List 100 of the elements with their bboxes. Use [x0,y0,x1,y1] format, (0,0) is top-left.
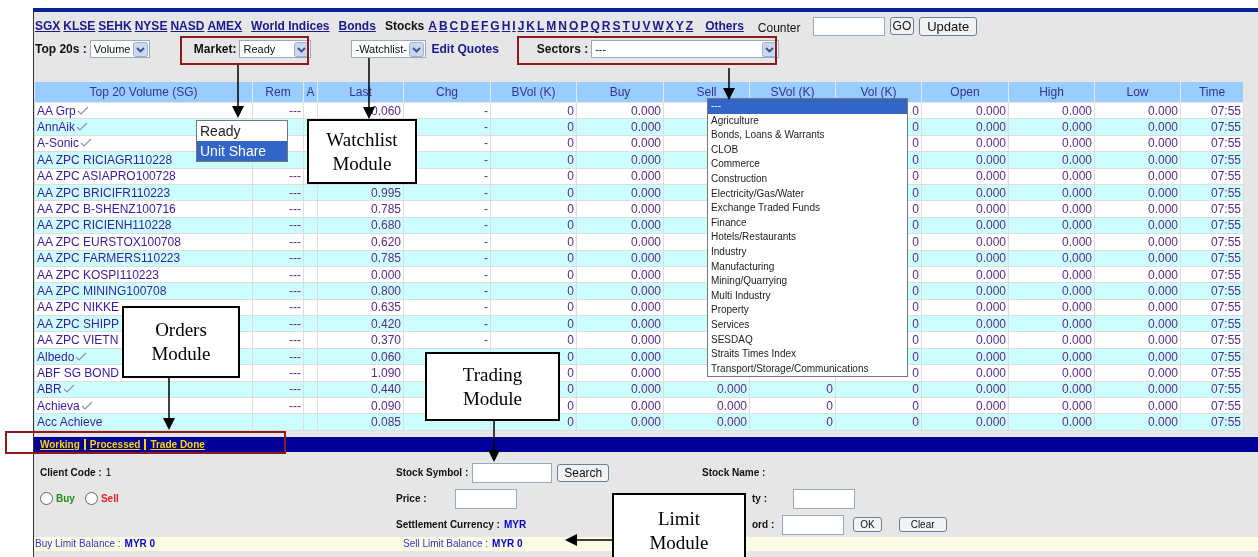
dropdown-option[interactable]: Manufacturing [708,259,907,275]
column-header[interactable]: BVol (K) [490,81,577,103]
letter-link[interactable]: Q [590,19,600,33]
dropdown-option[interactable]: Mining/Quarrying [708,274,907,289]
letter-link[interactable]: I [512,19,516,33]
table-cell: 0.000 [1061,152,1092,167]
letter-link[interactable]: Y [675,19,684,33]
letter-link[interactable]: K [526,19,535,33]
dropdown-option[interactable]: Hotels/Restaurants [708,230,907,245]
stock-name[interactable]: ABR [37,382,62,397]
exchange-link[interactable]: AMEX [207,19,243,33]
letter-link[interactable]: T [622,19,630,33]
letter-link[interactable]: O [569,19,579,33]
price-field[interactable] [454,488,517,509]
dropdown-option[interactable]: Electricity/Gas/Water [708,186,907,202]
column-header[interactable]: High [1008,81,1095,103]
column-header[interactable]: Buy [576,81,664,103]
letter-link[interactable]: P [580,19,589,33]
world-indices-link[interactable]: World Indices [251,19,330,33]
orders-tab[interactable]: Processed [83,438,145,450]
letter-link[interactable]: U [631,19,641,33]
dropdown-option[interactable]: Straits Times Index [708,347,907,362]
radio-button[interactable] [40,492,53,506]
table-cell: --- [289,398,301,413]
table-cell: 0 [912,284,919,298]
dropdown-option[interactable]: CLOB [708,142,907,158]
letter-link[interactable]: J [517,19,525,33]
letter-link[interactable]: C [449,19,459,33]
table-cell: 0.000 [1061,267,1092,282]
dropdown-option[interactable]: --- [708,99,907,114]
dropdown-option[interactable]: Agriculture [708,113,907,129]
update-button[interactable]: Update [919,16,978,36]
dropdown-option[interactable]: Construction [708,171,907,187]
exchange-link[interactable]: NYSE [134,19,168,33]
letter-link[interactable]: G [490,19,500,33]
edit-quotes-link[interactable]: Edit Quotes [431,42,499,56]
table-cell: 0.000 [1061,120,1092,135]
letter-link[interactable]: H [501,19,511,33]
letter-link[interactable]: B [438,19,448,33]
letter-link[interactable]: D [460,19,469,33]
others-link[interactable]: Others [705,19,744,33]
column-header[interactable]: Open [921,81,1009,103]
exchange-link[interactable]: SEHK [98,19,132,33]
stock-name[interactable]: Achieva [37,398,80,413]
search-button[interactable]: Search [557,463,610,482]
dropdown-option[interactable]: Commerce [708,157,907,172]
dropdown-option[interactable]: Finance [708,215,907,231]
letter-link[interactable]: X [665,19,674,33]
table-cell: 0.000 [975,218,1006,233]
dropdown-option[interactable]: Transport/Storage/Communications [708,361,907,377]
watchlist-dropdown[interactable]: -Watchlist- [351,40,427,58]
letter-link[interactable]: V [642,19,651,33]
dropdown-option[interactable]: Property [708,303,907,318]
letter-link[interactable]: M [546,19,557,33]
exchange-link[interactable]: SGX [35,19,61,33]
letter-link[interactable]: W [652,19,664,33]
table-cell: 0.000 [1061,415,1092,430]
dropdown-option[interactable]: Services [708,317,907,333]
letter-link[interactable]: N [558,19,568,33]
radio-button[interactable] [84,492,98,506]
volume-dropdown[interactable]: Volume [89,40,150,58]
market-dropdown[interactable]: Ready [239,40,312,58]
go-button[interactable]: GO [889,17,915,35]
column-header[interactable]: Rem [252,81,304,103]
stock-symbol-field[interactable] [472,462,553,483]
letter-link[interactable]: F [480,19,489,33]
orders-tab[interactable]: Trade Done [144,438,209,450]
orders-tab[interactable]: Working [36,438,84,450]
clear-button[interactable]: Clear [898,517,947,533]
counter-field[interactable] [812,16,885,36]
letter-link[interactable]: A [428,19,437,33]
dropdown-option[interactable]: Unit Share [197,141,287,161]
letter-link[interactable]: R [601,19,611,33]
table-cell: 0.000 [1147,267,1178,282]
letter-link[interactable]: S [612,19,621,33]
stock-name[interactable]: Albedo [37,349,75,364]
dropdown-option[interactable]: Bonds, Loans & Warrants [708,128,907,143]
bonds-link[interactable]: Bonds [338,19,376,33]
dropdown-option[interactable]: Ready [197,121,287,141]
column-header[interactable]: Time [1180,81,1244,103]
sectors-dropdown[interactable]: --- [591,40,780,58]
ok-button[interactable]: OK [853,517,882,533]
column-header[interactable]: Low [1094,81,1181,103]
stock-name[interactable]: AA Grp [37,103,76,118]
table-cell: 0.000 [1061,284,1092,298]
column-header[interactable]: Top 20 Volume (SG) [34,81,253,103]
stock-name[interactable]: A-Sonic [37,136,80,151]
letter-link[interactable]: Z [685,19,694,33]
quantity-field[interactable] [793,488,855,509]
dropdown-option[interactable]: Multi Industry [708,288,907,304]
dropdown-option[interactable]: SESDAQ [708,332,907,348]
exchange-link[interactable]: KLSE [63,19,96,33]
column-header[interactable]: Chg [403,81,491,103]
exchange-link[interactable]: NASD [170,19,205,33]
dropdown-option[interactable]: Industry [708,244,907,260]
stock-name[interactable]: AnnAik [37,120,76,135]
password-field[interactable] [782,514,845,535]
letter-link[interactable]: E [470,19,479,33]
dropdown-option[interactable]: Exchange Traded Funds [708,201,907,216]
letter-link[interactable]: L [537,19,545,33]
